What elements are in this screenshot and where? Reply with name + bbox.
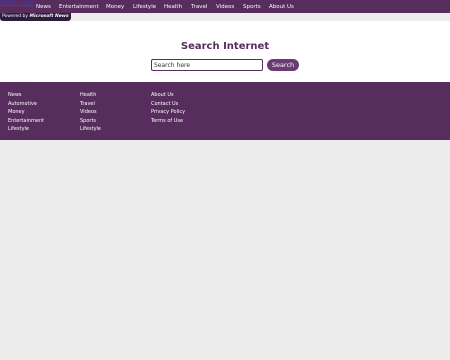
- footer-link-travel[interactable]: Travel: [80, 100, 101, 109]
- footer-link-privacy-policy[interactable]: Privacy Policy: [151, 108, 185, 117]
- nav-item-news[interactable]: News: [36, 3, 51, 11]
- footer: News Automotive Money Entertainment Life…: [0, 82, 450, 140]
- nav-item-money[interactable]: Money: [106, 3, 124, 11]
- powered-by-badge: Powered by Microsoft News: [0, 13, 71, 21]
- footer-link-entertainment[interactable]: Entertainment: [8, 117, 44, 126]
- footer-column-3: About Us Contact Us Privacy Policy Terms…: [151, 91, 185, 125]
- powered-by-brand: Microsoft News: [29, 14, 69, 19]
- footer-link-health[interactable]: Health: [80, 91, 101, 100]
- footer-link-news[interactable]: News: [8, 91, 44, 100]
- footer-link-videos[interactable]: Videos: [80, 108, 101, 117]
- nav-item-videos[interactable]: Videos: [216, 3, 234, 11]
- footer-link-lifestyle[interactable]: Lifestyle: [8, 125, 44, 134]
- nav-item-sports[interactable]: Sports: [243, 3, 261, 11]
- footer-column-2: Health Travel Videos Sports Lifestyle: [80, 91, 101, 134]
- footer-link-about-us[interactable]: About Us: [151, 91, 185, 100]
- footer-link-automotive[interactable]: Automotive: [8, 100, 44, 109]
- nav-item-about-us[interactable]: About Us: [269, 3, 294, 11]
- search-button[interactable]: Search: [267, 59, 299, 71]
- footer-column-1: News Automotive Money Entertainment Life…: [8, 91, 44, 134]
- search-input[interactable]: [151, 59, 263, 71]
- nav-item-travel[interactable]: Travel: [191, 3, 207, 11]
- footer-link-terms-of-use[interactable]: Terms of Use: [151, 117, 185, 126]
- powered-by-label: Powered by: [2, 14, 29, 19]
- footer-link-contact-us[interactable]: Contact Us: [151, 100, 185, 109]
- search-section: Search Internet Search: [0, 21, 450, 82]
- footer-link-sports[interactable]: Sports: [80, 117, 101, 126]
- top-nav-bar: Default Logo News Entertainment Money Li…: [0, 0, 450, 13]
- footer-link-lifestyle-2[interactable]: Lifestyle: [80, 125, 101, 134]
- site-logo[interactable]: Default Logo: [0, 0, 33, 7]
- footer-link-money[interactable]: Money: [8, 108, 44, 117]
- page-title: Search Internet: [180, 41, 270, 52]
- nav-item-entertainment[interactable]: Entertainment: [59, 3, 99, 11]
- nav-item-lifestyle[interactable]: Lifestyle: [133, 3, 156, 11]
- nav-item-health[interactable]: Health: [164, 3, 182, 11]
